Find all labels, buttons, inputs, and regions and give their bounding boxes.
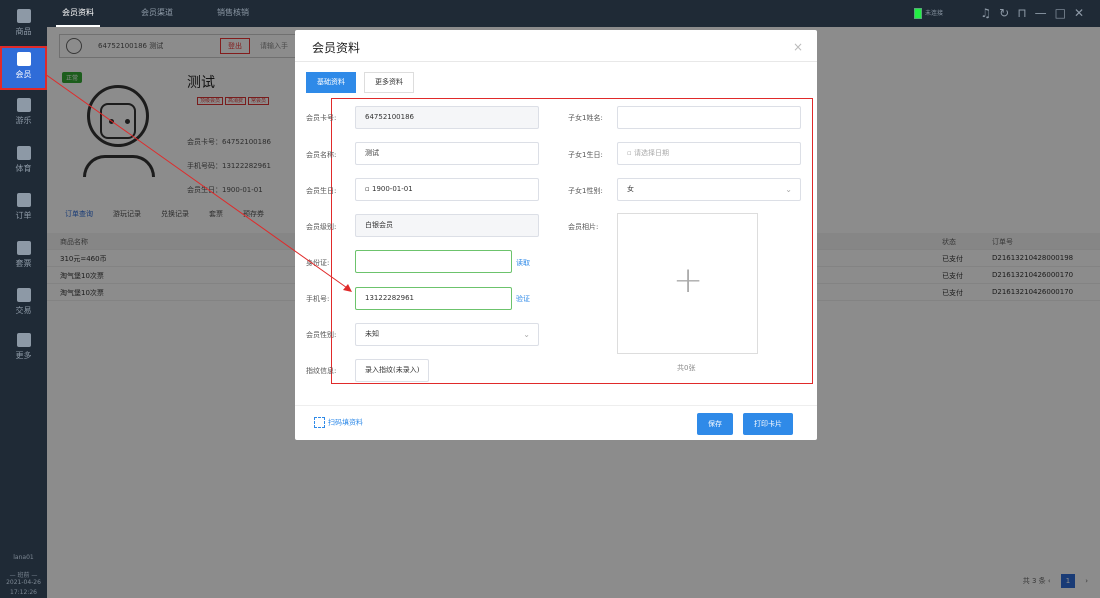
tab-basic-info[interactable]: 基础资料 — [306, 72, 356, 93]
ticket-icon — [16, 241, 31, 255]
play-icon — [16, 98, 31, 112]
plus-icon: + — [673, 260, 704, 301]
sidebar-item-member[interactable]: 会员 — [0, 46, 47, 90]
calendar-icon: ▫ — [365, 185, 372, 193]
restore-icon[interactable]: □ — [1055, 6, 1074, 20]
phone-label: 手机号: — [306, 295, 330, 303]
sidebar-item-play[interactable]: 游乐 — [0, 92, 47, 136]
sidebar-item-sports[interactable]: 体育 — [0, 140, 47, 184]
goods-icon — [16, 9, 31, 23]
child-birthday-field[interactable]: ▫ 请选择日期 — [617, 142, 801, 165]
member-info-dialog: 会员资料 × 基础资料 更多资料 会员卡号: 64752100186 会员名称:… — [295, 30, 817, 440]
chevron-down-icon: ⌄ — [523, 330, 530, 339]
birthday-field[interactable]: ▫ 1900-01-01 — [355, 178, 539, 201]
save-button[interactable]: 保存 — [697, 413, 733, 435]
minimize-icon[interactable]: — — [1035, 6, 1055, 20]
close-icon[interactable]: ✕ — [1074, 6, 1092, 20]
birthday-label: 会员生日: — [306, 187, 337, 195]
phone-field[interactable]: 13122282961 — [355, 287, 512, 310]
phone-icon — [914, 8, 922, 19]
level-field: 白银会员 — [355, 214, 539, 237]
sidebar-user: lana01 — [13, 554, 34, 561]
child-gender-label: 子女1性别: — [568, 187, 603, 195]
fingerprint-label: 指纹信息: — [306, 367, 337, 375]
gender-label: 会员性别: — [306, 331, 337, 339]
scan-icon — [314, 417, 325, 428]
child-gender-select[interactable]: 女 ⌄ — [617, 178, 801, 201]
trade-icon — [16, 288, 31, 302]
chevron-down-icon: ⌄ — [785, 185, 792, 194]
tab-more-info[interactable]: 更多资料 — [364, 72, 414, 93]
lock-icon[interactable]: ⊓ — [1017, 6, 1034, 20]
device-status: 未连接 — [914, 8, 943, 19]
name-label: 会员名称: — [306, 151, 337, 159]
child-name-label: 子女1姓名: — [568, 114, 603, 122]
topbar: 会员资料 会员渠道 销售核销 未连接 ♫↻⊓—□✕ — [47, 0, 1100, 27]
dialog-title: 会员资料 — [312, 41, 361, 55]
sidebar-date: 2021-04-26 — [6, 579, 41, 586]
sidebar-item-goods[interactable]: 商品 — [0, 3, 47, 47]
level-label: 会员级别: — [306, 223, 337, 231]
photo-upload[interactable]: + — [617, 213, 758, 354]
tab-member-channel[interactable]: 会员渠道 — [141, 7, 173, 18]
scan-fill-button[interactable]: 扫码填资料 — [314, 417, 363, 428]
child-name-field[interactable] — [617, 106, 801, 129]
calendar-icon: ▫ — [627, 149, 634, 157]
verify-phone-button[interactable]: 验证 — [516, 294, 530, 304]
read-id-button[interactable]: 读取 — [516, 258, 530, 268]
card-no-label: 会员卡号: — [306, 114, 337, 122]
name-field[interactable]: 测试 — [355, 142, 539, 165]
sidebar-shift: — 班前 — — [9, 572, 38, 579]
photo-count: 共0张 — [677, 364, 696, 372]
sports-icon — [16, 146, 31, 160]
sidebar-item-orders[interactable]: 订单 — [0, 187, 47, 231]
child-birthday-label: 子女1生日: — [568, 151, 603, 159]
sidebar: 商品 会员 游乐 体育 订单 套票 交易 更多 lana01 — 班前 — 20… — [0, 0, 47, 598]
print-card-button[interactable]: 打印卡片 — [743, 413, 793, 435]
tab-sales-verify[interactable]: 销售核销 — [217, 7, 249, 18]
tab-member-info[interactable]: 会员资料 — [56, 7, 100, 27]
sidebar-time: 17:12:26 — [10, 589, 37, 596]
grid-icon — [16, 333, 31, 347]
gender-select[interactable]: 未知 ⌄ — [355, 323, 539, 346]
vip-icon — [16, 52, 31, 66]
sidebar-item-trade[interactable]: 交易 — [0, 282, 47, 326]
id-card-field[interactable] — [355, 250, 512, 273]
sidebar-item-more[interactable]: 更多 — [0, 327, 47, 371]
window-controls[interactable]: ♫↻⊓—□✕ — [980, 6, 1092, 20]
orders-icon — [16, 193, 31, 207]
bell-icon[interactable]: ♫ — [980, 6, 999, 20]
close-icon[interactable]: × — [793, 40, 803, 54]
photo-label: 会员相片: — [568, 223, 599, 231]
card-no-field: 64752100186 — [355, 106, 539, 129]
id-card-label: 身份证: — [306, 259, 330, 267]
refresh-icon[interactable]: ↻ — [999, 6, 1017, 20]
fingerprint-button[interactable]: 录入指纹(未录入) — [355, 359, 430, 382]
sidebar-item-tickets[interactable]: 套票 — [0, 235, 47, 279]
